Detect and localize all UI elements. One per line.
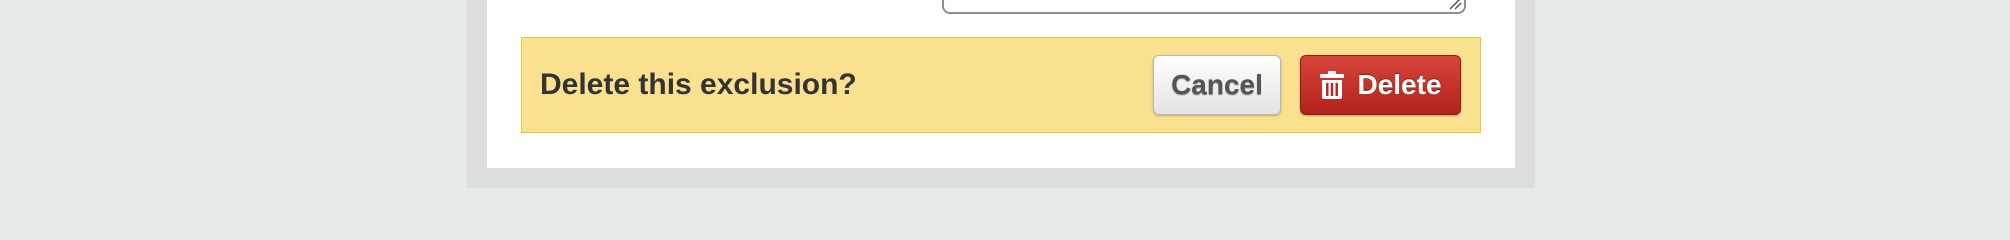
exclusion-notes-textarea[interactable] xyxy=(942,0,1466,14)
outer-frame: Delete this exclusion? Cancel Delete xyxy=(467,0,1535,188)
delete-confirmation-bar: Delete this exclusion? Cancel Delete xyxy=(521,37,1481,133)
delete-button[interactable]: Delete xyxy=(1300,55,1461,115)
delete-confirmation-question: Delete this exclusion? xyxy=(540,68,857,101)
cancel-button-label: Cancel xyxy=(1171,69,1263,100)
content-panel: Delete this exclusion? Cancel Delete xyxy=(487,0,1515,168)
cancel-button[interactable]: Cancel xyxy=(1153,55,1281,115)
trash-icon xyxy=(1319,70,1345,100)
resize-grip-icon[interactable] xyxy=(1448,0,1462,10)
delete-button-label: Delete xyxy=(1357,69,1442,100)
